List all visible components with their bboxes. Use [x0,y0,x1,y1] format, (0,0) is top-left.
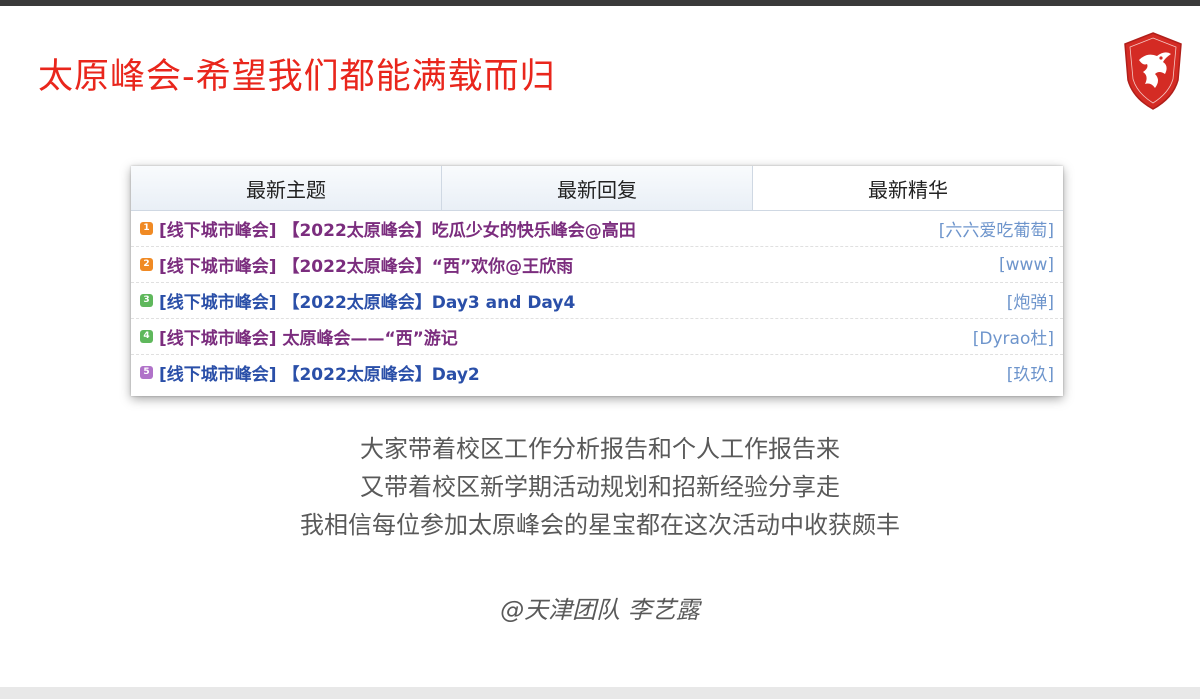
thread-title-link[interactable]: [线下城市峰会] 【2022太原峰会】“西”欢你@王欣雨 [159,252,989,277]
forum-widget: 最新主题 最新回复 最新精华 1 [线下城市峰会] 【2022太原峰会】吃瓜少女的快乐… [131,166,1063,396]
thread-row[interactable]: 2 [线下城市峰会] 【2022太原峰会】“西”欢你@王欣雨 [www] [131,247,1063,283]
slide-title: 太原峰会-希望我们都能满载而归 [38,57,556,97]
forum-tabs: 最新主题 最新回复 最新精华 [131,166,1063,211]
thread-row[interactable]: 3 [线下城市峰会] 【2022太原峰会】Day3 and Day4 [炮弹] [131,283,1063,319]
thread-row[interactable]: 5 [线下城市峰会] 【2022太原峰会】Day2 [玖玖] [131,355,1063,390]
thread-title-link[interactable]: [线下城市峰会] 【2022太原峰会】Day3 and Day4 [159,288,997,313]
rank-badge-icon: 2 [140,258,153,271]
thread-title-link[interactable]: [线下城市峰会] 【2022太原峰会】吃瓜少女的快乐峰会@高田 [159,216,929,241]
thread-row[interactable]: 1 [线下城市峰会] 【2022太原峰会】吃瓜少女的快乐峰会@高田 [六六爱吃葡萄] [131,211,1063,247]
thread-title-link[interactable]: [线下城市峰会] 【2022太原峰会】Day2 [159,360,997,385]
tab-3[interactable]: 最新精华 [753,166,1063,210]
rank-badge-icon: 1 [140,222,153,235]
slide: 太原峰会-希望我们都能满载而归 最新主题 最新回复 最新精华 1 [线下城市峰会] 【… [0,6,1200,687]
tab-1[interactable]: 最新主题 [131,166,442,210]
bottom-bar [0,687,1200,699]
signature: @天津团队 李艺露 [500,596,700,624]
msi-dragon-shield-icon [1124,32,1182,110]
summary-line: 我相信每位参加太原峰会的星宝都在这次活动中收获颇丰 [300,511,900,539]
thread-author-link[interactable]: [六六爱吃葡萄] [939,216,1054,241]
thread-author-link[interactable]: [www] [999,255,1054,275]
summary-text: 大家带着校区工作分析报告和个人工作报告来 又带着校区新学期活动规划和招新经验分享走… [0,430,1200,544]
thread-row[interactable]: 4 [线下城市峰会] 太原峰会——“西”游记 [Dyrao杜] [131,319,1063,355]
thread-author-link[interactable]: [Dyrao杜] [973,324,1054,349]
rank-badge-icon: 4 [140,330,153,343]
thread-author-link[interactable]: [玖玖] [1007,360,1054,385]
summary-line: 又带着校区新学期活动规划和招新经验分享走 [360,473,840,501]
tab-2[interactable]: 最新回复 [442,166,753,210]
thread-title-link[interactable]: [线下城市峰会] 太原峰会——“西”游记 [159,324,963,349]
thread-list: 1 [线下城市峰会] 【2022太原峰会】吃瓜少女的快乐峰会@高田 [六六爱吃葡萄]… [131,211,1063,390]
rank-badge-icon: 5 [140,366,153,379]
rank-badge-icon: 3 [140,294,153,307]
thread-author-link[interactable]: [炮弹] [1007,288,1054,313]
summary-line: 大家带着校区工作分析报告和个人工作报告来 [360,435,840,463]
